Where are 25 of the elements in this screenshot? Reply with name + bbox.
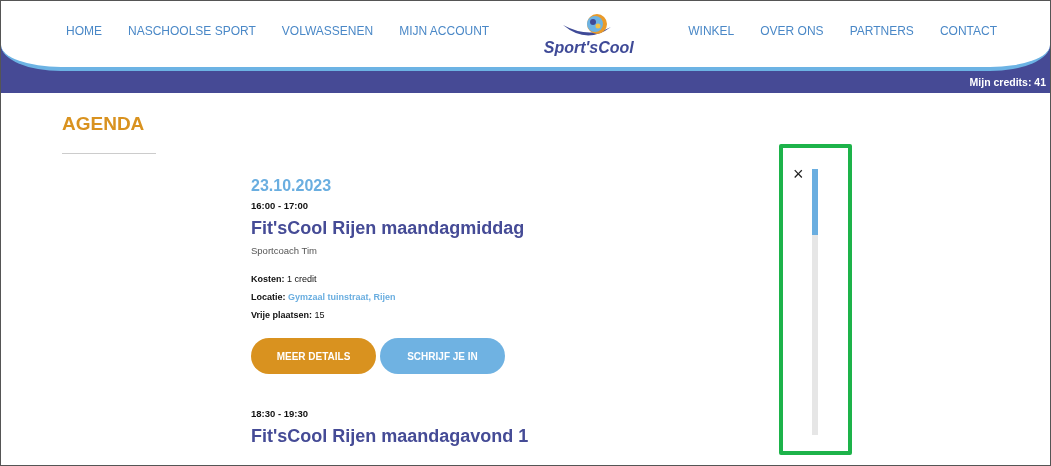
nav-link[interactable]: CONTACT bbox=[926, 24, 1010, 38]
scrollbar[interactable] bbox=[812, 169, 818, 435]
page-title: AGENDA bbox=[62, 113, 145, 135]
nav-link[interactable]: HOME bbox=[53, 24, 115, 38]
nav-link[interactable]: PARTNERS bbox=[836, 24, 927, 38]
event-title: Fit'sCool Rijen maandagavond 1 bbox=[251, 426, 529, 447]
nav-link[interactable]: WINKEL bbox=[675, 24, 748, 38]
credits-label: Mijn credits: 41 bbox=[969, 76, 1046, 88]
details-button[interactable]: MEER DETAILS bbox=[251, 338, 376, 374]
event-time: 16:00 - 17:00 bbox=[251, 200, 310, 211]
signup-button[interactable]: SCHRIJF JE IN bbox=[380, 338, 505, 374]
event-detail: Locatie: Gymzaal tuinstraat, Rijen bbox=[251, 292, 397, 302]
event-title: Fit'sCool Rijen maandagmiddag bbox=[251, 218, 526, 239]
event-time: 18:30 - 19:30 bbox=[251, 408, 310, 419]
nav-link[interactable]: OVER ONS bbox=[747, 24, 837, 38]
scrollbar-thumb[interactable] bbox=[812, 169, 818, 235]
event-detail: Vrije plaatsen: 15 bbox=[251, 310, 326, 320]
close-button[interactable]: × bbox=[793, 165, 804, 183]
nav-link[interactable]: VOLWASSENEN bbox=[268, 24, 387, 38]
event-coach: Sportcoach Tim bbox=[251, 245, 318, 256]
event-date: 23.10.2023 bbox=[251, 177, 333, 195]
nav-link[interactable]: MIJN ACCOUNT bbox=[386, 24, 503, 38]
event-detail: Kosten: 1 credit bbox=[251, 274, 318, 284]
logo-text[interactable]: Sport'sCool bbox=[543, 39, 634, 57]
nav-link[interactable]: NASCHOOLSE SPORT bbox=[115, 24, 269, 38]
